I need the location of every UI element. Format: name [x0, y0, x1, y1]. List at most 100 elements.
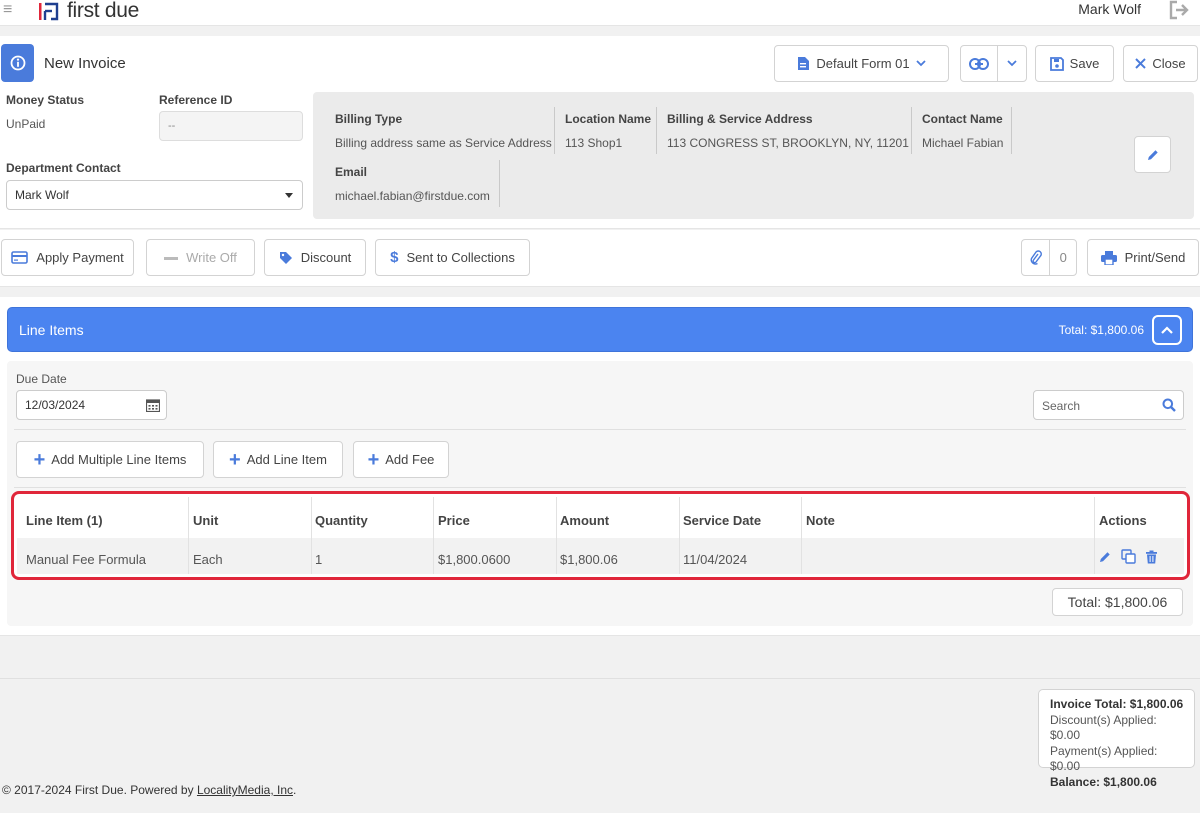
- column-divider: [1094, 497, 1095, 574]
- form-select-label: Default Form 01: [816, 56, 910, 71]
- department-contact-select[interactable]: Mark Wolf: [6, 180, 303, 210]
- add-line-item-label: Add Line Item: [246, 452, 327, 467]
- email-label: Email: [335, 165, 368, 179]
- save-icon: [1049, 56, 1064, 71]
- divider: [554, 107, 555, 154]
- discounts-applied: Discount(s) Applied: $0.00: [1050, 712, 1157, 743]
- column-header-quantity[interactable]: Quantity: [315, 513, 368, 528]
- discount-button[interactable]: Discount: [264, 239, 366, 276]
- link-button-group: [960, 45, 1027, 82]
- page-title: New Invoice: [44, 55, 126, 72]
- line-items-header[interactable]: Line Items Total: $1,800.06: [7, 307, 1193, 352]
- logo[interactable]: first due: [37, 0, 139, 23]
- column-header-price[interactable]: Price: [438, 513, 470, 528]
- cell-price: $1,800.0600: [438, 552, 511, 567]
- payment-actions: Apply Payment Write Off Discount $ Sent …: [0, 230, 1200, 287]
- search-input[interactable]: Search: [1033, 390, 1184, 420]
- search-icon[interactable]: [1162, 398, 1176, 412]
- copy-icon[interactable]: [1121, 549, 1136, 564]
- form-select-dropdown[interactable]: Default Form 01: [774, 45, 949, 82]
- calendar-icon[interactable]: [146, 399, 160, 412]
- column-header-actions: Actions: [1099, 513, 1147, 528]
- discount-label: Discount: [300, 250, 352, 265]
- attachment-count: 0: [1059, 250, 1067, 265]
- invoice-total: Invoice Total: $1,800.06: [1050, 697, 1184, 711]
- money-status-value: UnPaid: [6, 117, 46, 131]
- menu-icon[interactable]: ≡: [3, 2, 12, 18]
- first-due-logo-icon: [39, 2, 59, 21]
- printer-icon: [1100, 250, 1117, 265]
- paperclip-icon: [1022, 240, 1051, 275]
- cell-quantity: 1: [315, 552, 323, 567]
- invoice-summary: Invoice Total: $1,800.06 Discount(s) App…: [1038, 689, 1195, 789]
- invoice-info: Money Status UnPaid Reference ID -- Depa…: [0, 88, 1200, 229]
- column-header-amount[interactable]: Amount: [560, 513, 609, 528]
- link-button[interactable]: [961, 46, 997, 81]
- cell-amount: $1,800.06: [560, 552, 618, 567]
- cell-unit: Each: [193, 552, 223, 567]
- sent-to-collections-button[interactable]: $ Sent to Collections: [375, 239, 530, 276]
- address-label: Billing & Service Address: [667, 112, 813, 126]
- location-name-label: Location Name: [565, 112, 652, 126]
- add-fee-button[interactable]: + Add Fee: [353, 441, 449, 478]
- user-name[interactable]: Mark Wolf: [1078, 1, 1141, 17]
- print-send-button[interactable]: Print/Send: [1087, 239, 1199, 276]
- attachments-button[interactable]: 0: [1021, 239, 1077, 276]
- write-off-button[interactable]: Write Off: [146, 239, 255, 276]
- search-placeholder: Search: [1042, 399, 1081, 413]
- due-date-input[interactable]: 12/03/2024: [16, 390, 167, 420]
- reference-id-input[interactable]: --: [159, 111, 303, 141]
- column-header-line-item[interactable]: Line Item (1): [26, 513, 103, 528]
- credit-card-icon: [11, 251, 29, 264]
- edit-icon[interactable]: [1098, 550, 1112, 564]
- due-date-label: Due Date: [16, 372, 67, 386]
- line-items-table: Line Item (1) Unit Quantity Price Amount…: [17, 497, 1184, 574]
- due-date-value: 12/03/2024: [25, 398, 86, 412]
- divider: [14, 487, 1186, 488]
- link-dropdown-toggle[interactable]: [998, 46, 1026, 81]
- chevron-up-icon: [1161, 326, 1173, 334]
- edit-billing-button[interactable]: [1134, 136, 1171, 173]
- divider: [499, 160, 500, 207]
- column-header-service-date[interactable]: Service Date: [683, 513, 761, 528]
- reference-id-label: Reference ID: [159, 93, 233, 107]
- trash-icon[interactable]: [1145, 550, 1158, 564]
- logout-icon[interactable]: [1168, 0, 1190, 20]
- divider: [1011, 107, 1012, 154]
- billing-type-label: Billing Type: [335, 112, 403, 126]
- info-icon[interactable]: [1, 44, 34, 82]
- footer-suffix: .: [293, 783, 297, 797]
- divider: [14, 429, 1186, 430]
- column-divider: [556, 497, 557, 574]
- invoice-header: New Invoice Default Form 01 Save Close: [0, 36, 1200, 88]
- line-items-title: Line Items: [19, 322, 84, 338]
- column-header-note[interactable]: Note: [806, 513, 835, 528]
- balance: Balance: $1,800.06: [1050, 774, 1157, 789]
- cell-service-date: 11/04/2024: [683, 552, 748, 567]
- link-icon: [969, 57, 990, 70]
- chevron-down-icon: [915, 60, 926, 67]
- save-button[interactable]: Save: [1035, 45, 1114, 82]
- address-value: 113 CONGRESS ST, BROOKLYN, NY, 11201: [667, 136, 909, 150]
- add-line-item-button[interactable]: + Add Line Item: [213, 441, 343, 478]
- minus-icon: [164, 256, 179, 260]
- line-items-body: Due Date 12/03/2024 Search + Add Multipl…: [7, 361, 1193, 626]
- print-send-label: Print/Send: [1124, 250, 1186, 265]
- divider: [0, 678, 1200, 679]
- document-icon: [798, 57, 810, 70]
- close-button[interactable]: Close: [1123, 45, 1198, 82]
- column-header-unit[interactable]: Unit: [193, 513, 218, 528]
- apply-payment-button[interactable]: Apply Payment: [1, 239, 134, 276]
- locality-media-link[interactable]: LocalityMedia, Inc: [197, 783, 293, 797]
- pencil-icon: [1147, 149, 1158, 160]
- footer: © 2017-2024 First Due. Powered by Locali…: [2, 783, 296, 797]
- contact-name-value: Michael Fabian: [922, 136, 1004, 150]
- line-items-table-highlight: Line Item (1) Unit Quantity Price Amount…: [11, 491, 1190, 580]
- collapse-button[interactable]: [1152, 315, 1182, 345]
- billing-details: Billing Type Billing address same as Ser…: [313, 92, 1194, 219]
- payments-applied: Payment(s) Applied: $0.00: [1050, 743, 1158, 774]
- money-status-label: Money Status: [6, 93, 85, 107]
- plus-icon: +: [367, 448, 380, 471]
- add-multiple-line-items-button[interactable]: + Add Multiple Line Items: [16, 441, 204, 478]
- line-items-panel: Line Items Total: $1,800.06 Due Date 12/…: [0, 297, 1200, 636]
